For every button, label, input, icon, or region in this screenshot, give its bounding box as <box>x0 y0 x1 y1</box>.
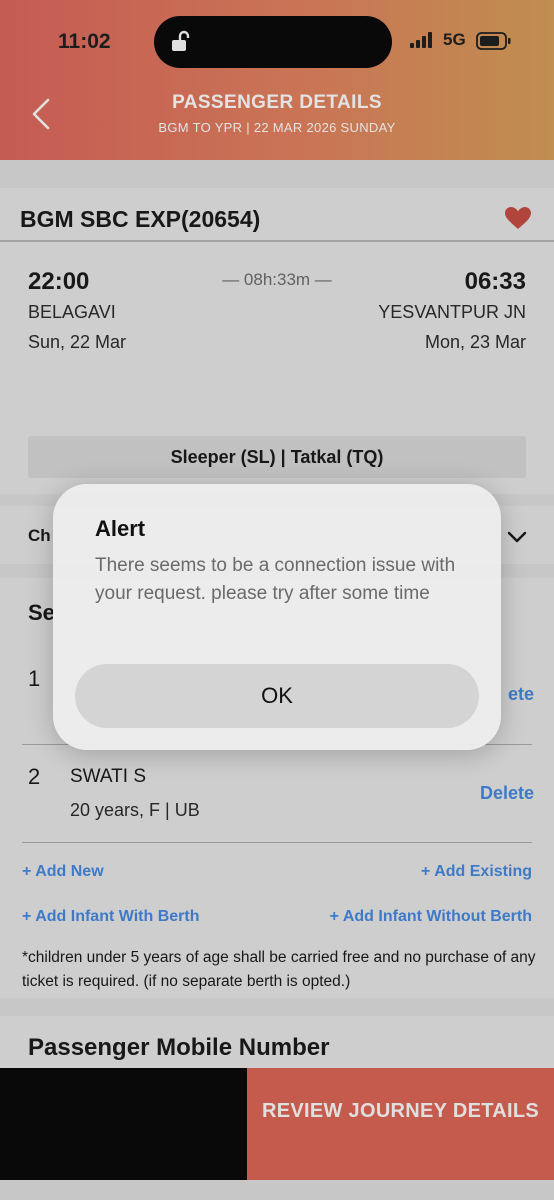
app-header: 11:02 5G PASSENGER DETAILS BGM TO YPR | … <box>0 0 554 160</box>
add-new-passenger-link[interactable]: + Add New <box>22 863 104 881</box>
train-card: BGM SBC EXP(20654) 22:00 — 08h:33m — 06:… <box>0 188 554 494</box>
add-infant-with-berth-link[interactable]: + Add Infant With Berth <box>22 908 199 926</box>
delete-passenger-button[interactable]: Delete <box>480 783 534 804</box>
delete-passenger-button[interactable]: ete <box>508 684 534 705</box>
page-title: PASSENGER DETAILS <box>172 92 382 113</box>
train-name: BGM SBC EXP(20654) <box>20 206 261 232</box>
alert-message: There seems to be a connection issue wit… <box>95 555 456 604</box>
network-label: 5G <box>443 30 466 49</box>
favorite-heart-icon[interactable] <box>504 206 532 235</box>
alert-ok-button[interactable]: OK <box>75 664 479 728</box>
departure-date: Sun, 22 Mar <box>28 332 127 352</box>
infant-note: *children under 5 years of age shall be … <box>22 949 536 990</box>
review-journey-button[interactable]: REVIEW JOURNEY DETAILS <box>247 1068 554 1180</box>
boarding-station-label: Ch <box>28 526 51 545</box>
class-quota-badge: Sleeper (SL) | Tatkal (TQ) <box>28 436 526 478</box>
add-infant-without-berth-link[interactable]: + Add Infant Without Berth <box>330 908 532 926</box>
status-time: 11:02 <box>58 30 111 53</box>
battery-icon <box>476 32 512 55</box>
arrival-date: Mon, 23 Mar <box>424 332 526 352</box>
dynamic-island <box>154 16 392 68</box>
passenger-name: SWATI S <box>70 766 146 787</box>
arrival-station: YESVANTPUR JN <box>378 302 526 322</box>
passenger-details: 20 years, F | UB <box>70 800 200 820</box>
passenger-number: 1 <box>28 666 41 691</box>
arrival-time: 06:33 <box>464 268 526 295</box>
unlock-icon <box>170 30 190 57</box>
page-subtitle: BGM TO YPR | 22 MAR 2026 SUNDAY <box>158 120 396 135</box>
mobile-number-card: Passenger Mobile Number <box>0 1016 554 1076</box>
signal-icon <box>410 32 436 53</box>
footer-left-panel <box>0 1068 247 1180</box>
departure-station: BELAGAVI <box>28 302 116 322</box>
passenger-number: 2 <box>28 764 41 789</box>
passengers-section-title: Se <box>28 600 55 625</box>
divider <box>0 240 554 242</box>
mobile-number-title: Passenger Mobile Number <box>28 1034 330 1061</box>
alert-dialog: Alert There seems to be a connection iss… <box>53 484 501 750</box>
alert-title: Alert <box>95 516 146 541</box>
divider <box>22 842 532 843</box>
add-existing-passenger-link[interactable]: + Add Existing <box>421 863 532 881</box>
chevron-down-icon[interactable] <box>507 530 527 548</box>
